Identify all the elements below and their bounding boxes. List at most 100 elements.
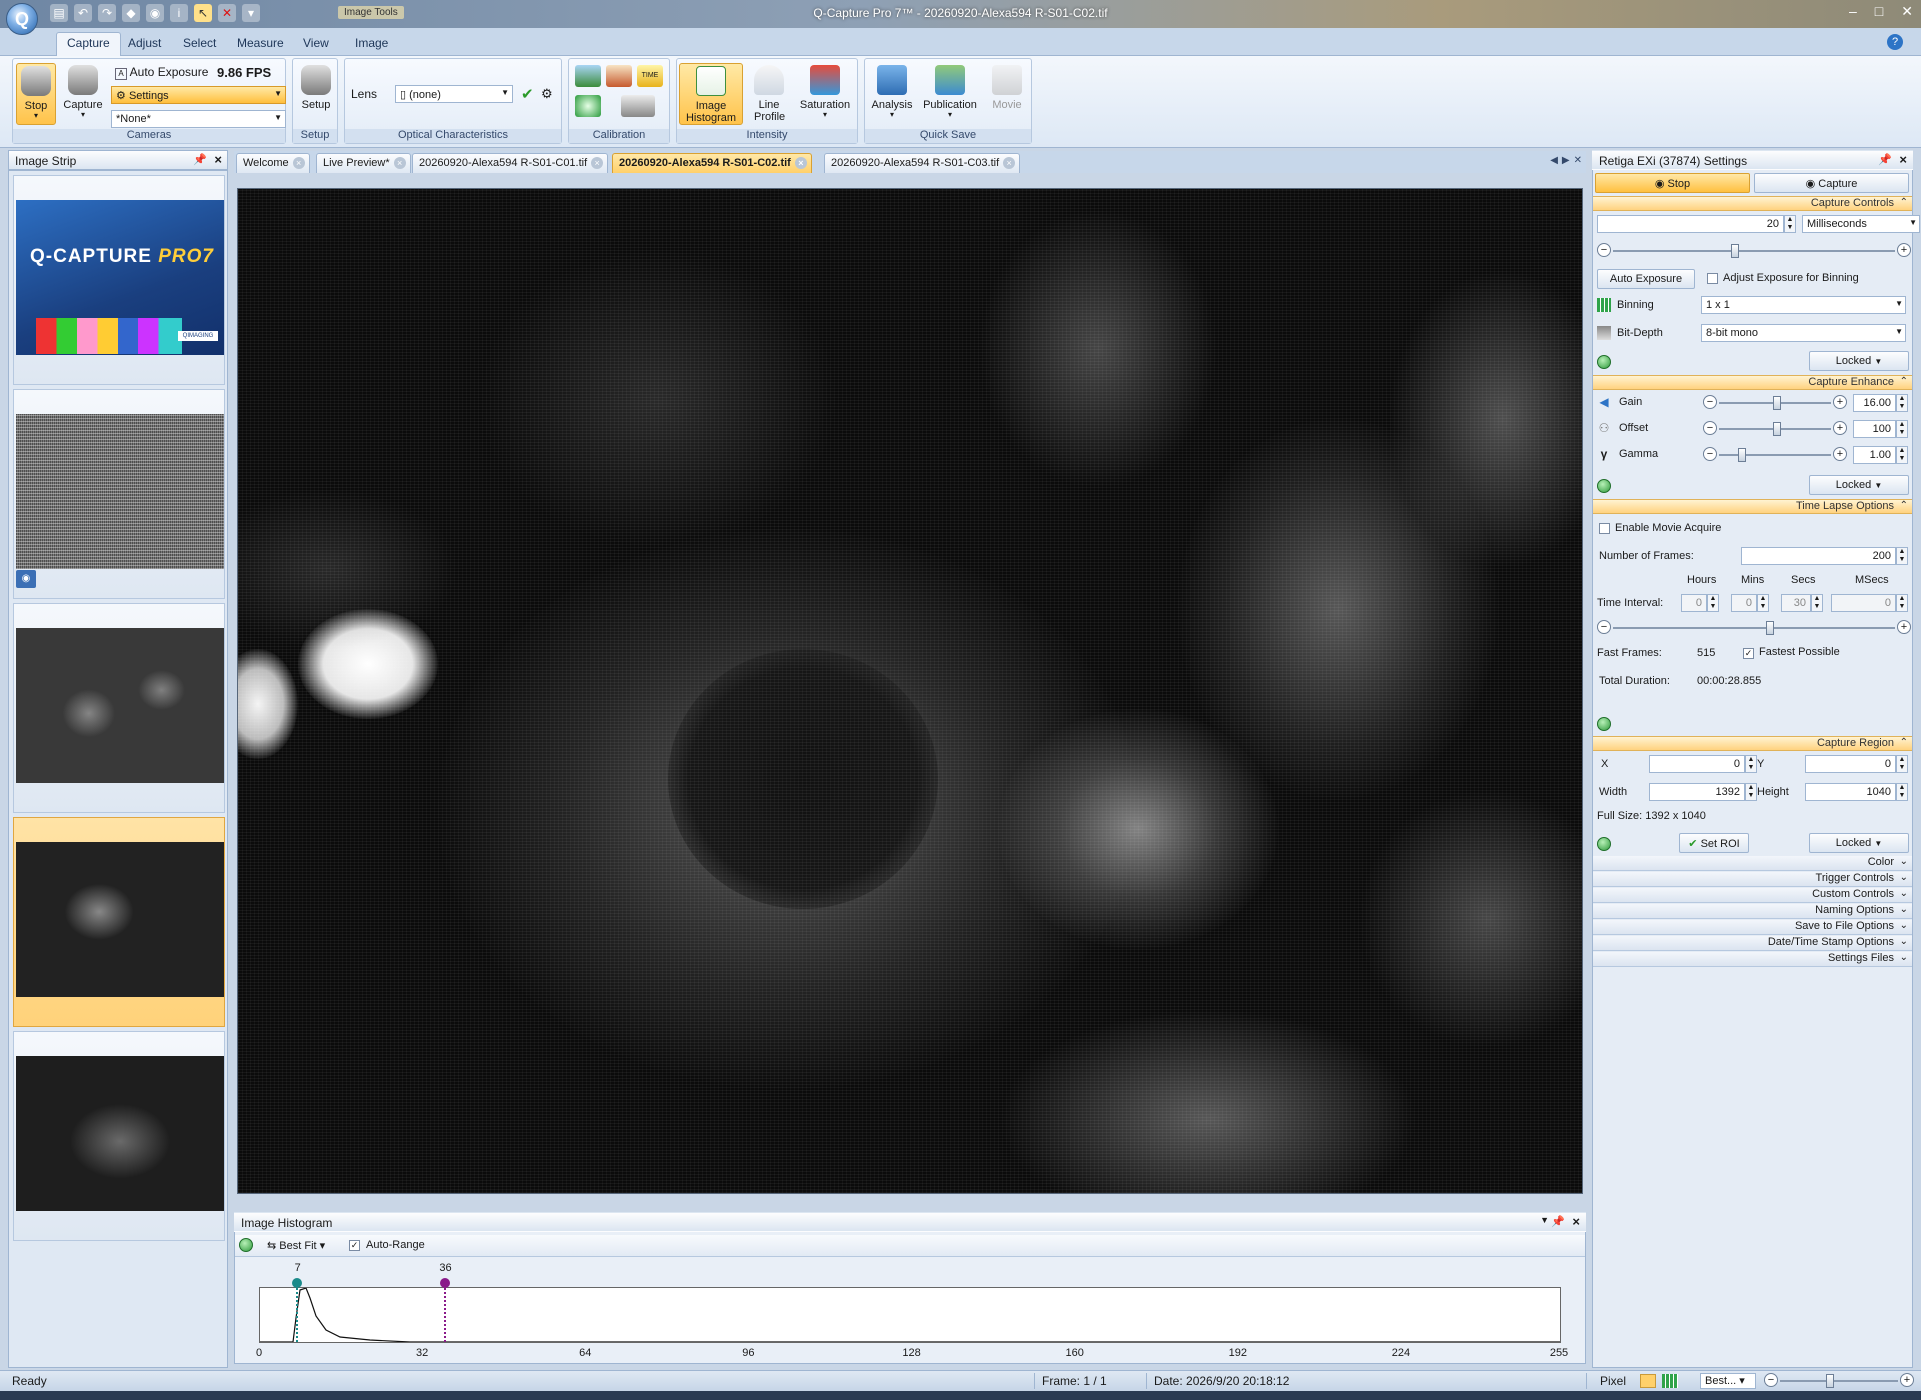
slider-thumb[interactable] (1826, 1374, 1834, 1388)
analysis-button[interactable]: Analysis ▾ (869, 63, 915, 125)
stop-button[interactable]: ◉ Stop (1595, 173, 1750, 193)
minimize-icon[interactable]: – (1849, 3, 1857, 20)
roi-x-input[interactable]: 0 (1649, 755, 1745, 773)
roi-height-spinner[interactable]: ▲ ▼ (1896, 783, 1908, 801)
roi-y-input[interactable]: 0 (1805, 755, 1896, 773)
exposure-unit-select[interactable]: Milliseconds ▼ (1802, 215, 1920, 233)
gain-slider[interactable]: − + (1703, 395, 1847, 411)
refresh-icon[interactable] (239, 1238, 253, 1252)
pin-icon[interactable]: 📌 (193, 153, 207, 166)
slider-thumb[interactable] (1766, 621, 1775, 635)
fit-view-icon[interactable] (1640, 1374, 1656, 1388)
enable-movie-checkbox[interactable] (1599, 523, 1610, 534)
slider-thumb[interactable] (1773, 396, 1782, 410)
close-icon[interactable]: × (214, 152, 222, 167)
roi-x-spinner[interactable]: ▲ ▼ (1745, 755, 1757, 773)
best-fit-button[interactable]: ⇆ Best Fit ▾ (267, 1239, 325, 1252)
fastest-checkbox[interactable]: ✓ (1743, 648, 1754, 659)
help-icon[interactable]: ? (1887, 34, 1903, 50)
image-viewer[interactable] (237, 188, 1583, 1194)
pin-icon[interactable]: 📌 (1878, 153, 1892, 166)
section-color[interactable]: Color ⌄ (1593, 856, 1912, 871)
frames-input[interactable]: 200 (1741, 547, 1896, 565)
maximize-icon[interactable]: □ (1875, 3, 1883, 20)
tab-select[interactable]: Select (173, 33, 226, 53)
close-icon[interactable]: × (1899, 152, 1907, 167)
secs-input[interactable]: 30 (1781, 594, 1811, 612)
close-tab-icon[interactable]: × (591, 157, 604, 169)
dropdown-icon[interactable]: ▼ (1540, 1215, 1549, 1225)
tab-capture[interactable]: Capture (56, 32, 121, 56)
slider-thumb[interactable] (1730, 244, 1739, 258)
exposure-spinner[interactable]: ▲ ▼ (1784, 215, 1796, 233)
decrease-icon[interactable]: − (1597, 243, 1611, 257)
reset-icon[interactable] (1597, 837, 1611, 851)
locked-select[interactable]: Locked ▼ (1809, 351, 1909, 371)
interval-slider[interactable]: − + (1597, 620, 1911, 636)
roi-width-input[interactable]: 1392 (1649, 783, 1745, 801)
close-tab-icon[interactable]: × (292, 157, 305, 169)
line-profile-button[interactable]: Line Profile (747, 63, 791, 125)
calibrate-brush-icon[interactable] (606, 65, 632, 87)
slider-thumb[interactable] (1773, 422, 1782, 436)
doc-tab[interactable]: Welcome × (236, 153, 310, 173)
roi-height-input[interactable]: 1040 (1805, 783, 1896, 801)
offset-spinner[interactable]: ▲ ▼ (1896, 420, 1908, 438)
exposure-input[interactable]: 20 (1597, 215, 1784, 233)
tab-measure[interactable]: Measure (227, 33, 294, 53)
section-settings-files[interactable]: Settings Files ⌄ (1593, 952, 1912, 967)
section-naming-options[interactable]: Naming Options ⌄ (1593, 904, 1912, 919)
close-icon[interactable]: × (1572, 1214, 1580, 1229)
decrease-icon[interactable]: − (1703, 421, 1717, 435)
gamma-spinner[interactable]: ▲ ▼ (1896, 446, 1908, 464)
set-roi-button[interactable]: ✔ Set ROI (1679, 833, 1749, 853)
thumbnail-live-preview[interactable]: ◉ (13, 389, 225, 599)
capture-enhance-header[interactable]: Capture Enhance ⌃ (1593, 375, 1912, 390)
apply-check-icon[interactable]: ✔ (521, 85, 534, 103)
grid-view-icon[interactable] (1662, 1374, 1678, 1388)
increase-icon[interactable]: + (1897, 243, 1911, 257)
camera-preset-select[interactable]: *None* ▼ (111, 110, 286, 128)
roi-y-spinner[interactable]: ▲ ▼ (1896, 755, 1908, 773)
increase-icon[interactable]: + (1833, 421, 1847, 435)
close-icon[interactable]: ✕ (1901, 3, 1913, 20)
mins-spinner[interactable]: ▲ ▼ (1757, 594, 1769, 612)
section-custom-controls[interactable]: Custom Controls ⌄ (1593, 888, 1912, 903)
lens-settings-icon[interactable]: ⚙ (541, 86, 553, 102)
increase-icon[interactable]: + (1897, 620, 1911, 634)
high-marker-handle[interactable] (439, 1278, 450, 1288)
camera-calibration-icon[interactable] (621, 95, 655, 117)
offset-slider[interactable]: − + (1703, 421, 1847, 437)
decrease-icon[interactable]: − (1703, 395, 1717, 409)
lens-select[interactable]: ▯ (none) ▼ (395, 85, 513, 103)
section-save-to-file[interactable]: Save to File Options ⌄ (1593, 920, 1912, 935)
doc-tab[interactable]: Live Preview* × (316, 153, 411, 173)
doc-tab[interactable]: 20260920-Alexa594 R-S01-C01.tif × (412, 153, 609, 173)
decrease-icon[interactable]: − (1597, 620, 1611, 634)
stop-button[interactable]: Stop ▾ (16, 63, 56, 125)
doc-tab[interactable]: 20260920-Alexa594 R-S01-C03.tif × (824, 153, 1021, 173)
hours-spinner[interactable]: ▲ ▼ (1707, 594, 1719, 612)
increase-icon[interactable]: + (1833, 395, 1847, 409)
frames-spinner[interactable]: ▲ ▼ (1896, 547, 1908, 565)
increase-icon[interactable]: + (1833, 447, 1847, 461)
high-range-marker[interactable]: 36 (439, 1262, 452, 1342)
hours-input[interactable]: 0 (1681, 594, 1707, 612)
image-histogram-button[interactable]: Image Histogram (679, 63, 743, 125)
saturation-button[interactable]: Saturation ▾ (795, 63, 855, 125)
adjust-binning-checkbox[interactable] (1707, 273, 1718, 284)
zoom-select[interactable]: Best... ▾ (1700, 1373, 1756, 1389)
time-lapse-header[interactable]: Time Lapse Options ⌃ (1593, 499, 1912, 514)
doc-tab-active[interactable]: 20260920-Alexa594 R-S01-C02.tif × (612, 153, 812, 173)
thumbnail-c01[interactable] (13, 603, 225, 813)
roi-width-spinner[interactable]: ▲ ▼ (1745, 783, 1757, 801)
close-tab-icon[interactable]: × (393, 157, 406, 169)
locked-select[interactable]: Locked ▼ (1809, 475, 1909, 495)
tab-adjust[interactable]: Adjust (118, 33, 171, 53)
tab-image[interactable]: Image (345, 33, 398, 53)
auto-range-checkbox[interactable]: ✓ (349, 1240, 360, 1251)
capture-region-header[interactable]: Capture Region ⌃ (1593, 736, 1912, 751)
low-range-marker[interactable]: 7 (291, 1262, 302, 1342)
histogram-plot[interactable]: 7 36 (259, 1262, 1561, 1343)
publication-button[interactable]: Publication ▾ (919, 63, 981, 125)
